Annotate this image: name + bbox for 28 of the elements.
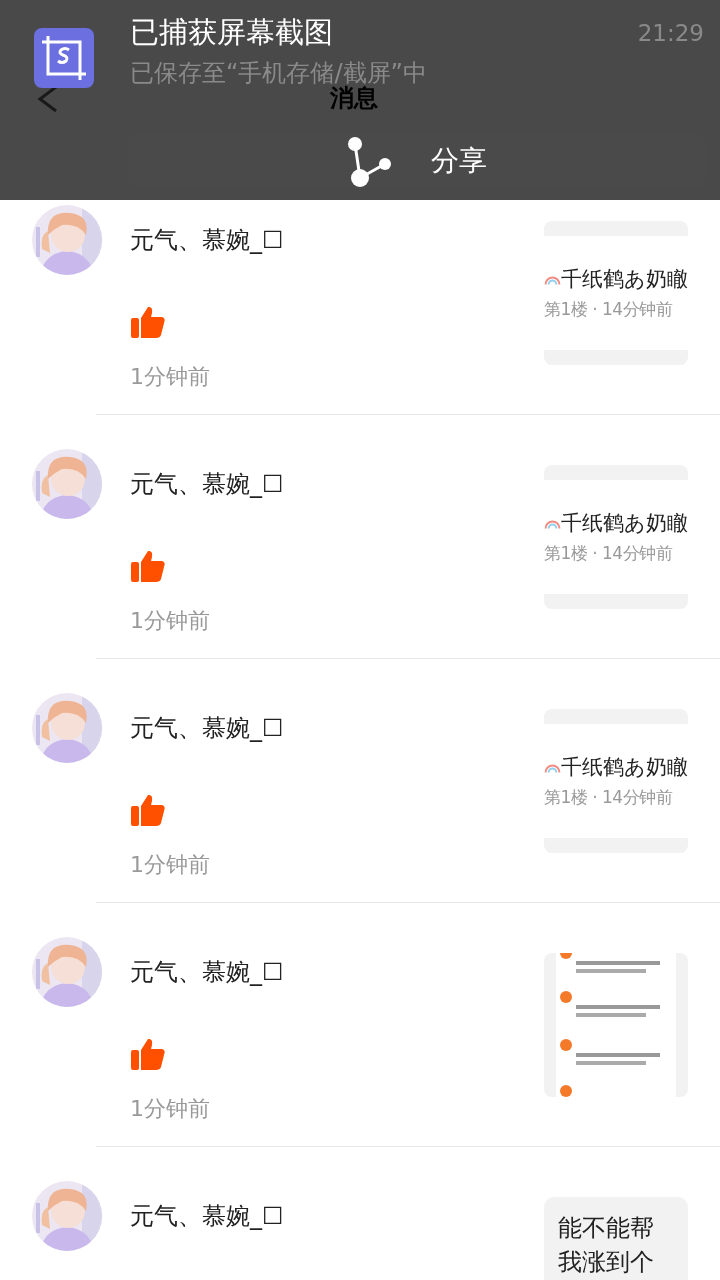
- post-title: 千纸鹤あ奶瞮: [561, 266, 688, 293]
- user-name[interactable]: 元气、慕婉_☐: [130, 1200, 284, 1232]
- time-label: 1分钟前: [130, 607, 210, 635]
- post-title: 千纸鹤あ奶瞮: [561, 510, 688, 537]
- thumbs-up-icon: [130, 548, 166, 584]
- post-meta: 第1楼 · 14分钟前: [544, 786, 674, 809]
- thumbs-up-icon: [130, 304, 166, 340]
- user-name[interactable]: 元气、慕婉_☐: [130, 224, 284, 256]
- notification-title: 已捕获屏幕截图: [130, 14, 333, 51]
- time-label: 1分钟前: [130, 363, 210, 391]
- page-title: 消息: [330, 84, 378, 114]
- screenshot-app-icon: [34, 28, 94, 88]
- user-name[interactable]: 元气、慕婉_☐: [130, 712, 284, 744]
- post-meta: 第1楼 · 14分钟前: [544, 298, 674, 321]
- comment-preview[interactable]: 能不能帮我涨到个: [544, 1197, 688, 1280]
- post-title: 千纸鹤あ奶瞮: [561, 754, 688, 781]
- post-preview-card[interactable]: 千纸鹤あ奶瞮 第1楼 · 14分钟前: [544, 709, 688, 853]
- notification-time: 21:29: [637, 19, 704, 48]
- thumbs-up-icon: [130, 792, 166, 828]
- notification-subtitle: 已保存至“手机存储/截屏”中: [130, 58, 427, 87]
- post-preview-card[interactable]: 千纸鹤あ奶瞮 第1楼 · 14分钟前: [544, 465, 688, 609]
- user-name[interactable]: 元气、慕婉_☐: [130, 468, 284, 500]
- post-meta: 第1楼 · 14分钟前: [544, 542, 674, 565]
- time-label: 1分钟前: [130, 1095, 210, 1123]
- thumbs-up-icon: [130, 1036, 166, 1072]
- time-label: 1分钟前: [130, 851, 210, 879]
- post-preview-card[interactable]: 千纸鹤あ奶瞮 第1楼 · 14分钟前: [544, 221, 688, 365]
- user-name[interactable]: 元气、慕婉_☐: [130, 956, 284, 988]
